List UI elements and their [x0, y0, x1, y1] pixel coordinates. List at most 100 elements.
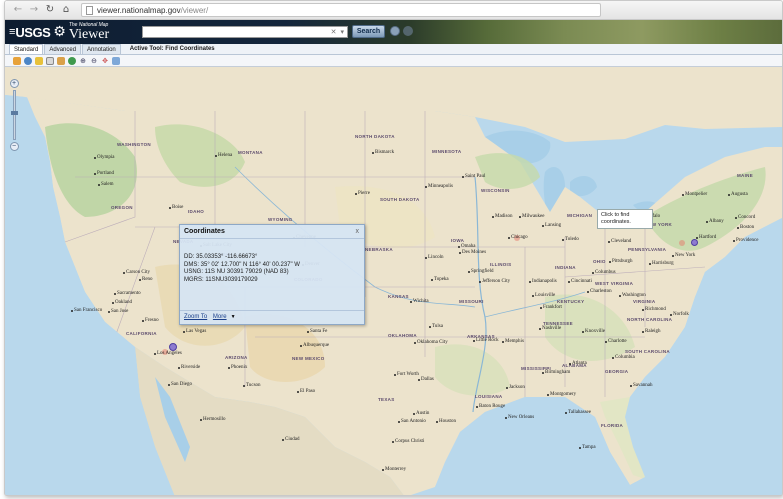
logo-text: USGS: [15, 24, 51, 40]
state-label: LOUISIANA: [475, 394, 503, 399]
state-label: PENNSYLVANIA: [628, 247, 667, 252]
state-label: NEW MEXICO: [292, 356, 325, 361]
address-bar[interactable]: viewer.nationalmap.gov/viewer/: [81, 3, 601, 17]
state-label: WISCONSIN: [481, 188, 510, 193]
city-label: Boston: [736, 225, 755, 230]
url-path: /viewer/: [180, 5, 209, 15]
app-title: Viewer: [68, 26, 110, 42]
city-label: Las Vegas: [182, 329, 207, 334]
national-map-gear-icon: ⚙: [53, 24, 66, 40]
state-label: MINNESOTA: [432, 149, 462, 154]
city-label: San Francisco: [70, 308, 103, 313]
usng-coordinates: USNG: 11S NU 30391 79029 (NAD 83): [184, 269, 289, 276]
city-label: Monterrey: [381, 467, 407, 472]
city-label: Birmingham: [541, 370, 571, 375]
city-label: Portland: [94, 171, 114, 176]
pan-icon[interactable]: ✥: [101, 57, 109, 65]
state-label: ILLINOIS: [490, 262, 512, 267]
search-clear-icon[interactable]: ✕: [331, 28, 337, 36]
city-label: Albany: [706, 219, 724, 224]
print-icon[interactable]: [46, 56, 54, 65]
back-icon[interactable]: ←: [13, 5, 23, 15]
close-icon[interactable]: x: [356, 225, 360, 239]
city-label: Milwaukee: [519, 214, 545, 219]
zoom-slider-thumb[interactable]: [10, 111, 18, 115]
city-label: Carson City: [122, 270, 151, 275]
city-label: Concord: [734, 215, 756, 220]
city-label: Dallas: [418, 377, 434, 382]
home-icon[interactable]: [13, 56, 21, 65]
zoom-to-link[interactable]: Zoom To: [184, 314, 207, 320]
search-dropdown-icon[interactable]: ▾: [340, 28, 344, 36]
city-label: Salem: [98, 182, 114, 187]
browser-toolbar: ← → ↻ ⌂ viewer.nationalmap.gov/viewer/: [5, 1, 782, 20]
bookmark-icon[interactable]: [57, 56, 65, 65]
state-label: KANSAS: [388, 294, 409, 299]
more-link[interactable]: More: [213, 314, 227, 320]
settings-icon[interactable]: [403, 26, 413, 36]
forward-icon[interactable]: →: [29, 5, 39, 15]
tab-bar: Standard Advanced Annotation Active Tool…: [5, 44, 782, 55]
state-label: NORTH DAKOTA: [355, 134, 395, 139]
location-marker[interactable]: [169, 343, 177, 351]
city-label: Montpelier: [681, 192, 708, 197]
tab-annotation[interactable]: Annotation: [82, 44, 121, 54]
tab-advanced[interactable]: Advanced: [44, 44, 82, 54]
usgs-logo[interactable]: ≡ USGS ⚙ The National Map Viewer: [9, 22, 110, 42]
state-label: NEBRASKA: [365, 247, 393, 252]
zoom-out-button[interactable]: −: [9, 142, 19, 151]
zoom-out-icon[interactable]: ⊖: [90, 57, 98, 65]
browser-window: ← → ↻ ⌂ viewer.nationalmap.gov/viewer/ ≡…: [4, 0, 783, 496]
chevron-down-icon[interactable]: ▼: [231, 314, 236, 320]
zoom-in-button[interactable]: +: [9, 79, 19, 88]
city-label: Augusta: [728, 192, 748, 197]
state-label: GEORGIA: [605, 369, 629, 374]
city-label: Phoenix: [227, 365, 248, 370]
map-view[interactable]: WASHINGTON MONTANA NORTH DAKOTA MINNESOT…: [5, 67, 782, 495]
city-label: Springfield: [468, 269, 494, 274]
zoom-slider[interactable]: [10, 90, 18, 140]
world-icon[interactable]: [68, 56, 76, 65]
help-icon[interactable]: [390, 26, 400, 36]
tab-standard[interactable]: Standard: [9, 44, 44, 54]
city-label: Little Rock: [473, 338, 499, 343]
city-label: Reno: [139, 277, 153, 282]
location-marker[interactable]: [691, 239, 698, 246]
city-label: Toledo: [562, 237, 579, 242]
state-label: OREGON: [111, 205, 133, 210]
city-label: Columbus: [592, 270, 616, 275]
city-label: Tallahassee: [565, 410, 591, 415]
city-label: Tucson: [243, 383, 261, 388]
coordinates-popup: Coordinates x DD: 35.03353° -116.66673° …: [179, 224, 365, 325]
state-label: NORTH CAROLINA: [627, 317, 673, 322]
city-label: Pierre: [355, 191, 370, 196]
city-label: Louisville: [531, 293, 556, 298]
city-label: Tampa: [579, 445, 596, 450]
city-label: Albuquerque: [299, 343, 330, 348]
city-label: Omaha: [457, 244, 476, 249]
search-input[interactable]: ✕ ▾: [142, 26, 348, 38]
city-label: Richmond: [642, 307, 666, 312]
state-label: IDAHO: [188, 209, 204, 214]
state-label: ARIZONA: [225, 355, 248, 360]
state-label: FLORIDA: [601, 423, 624, 428]
city-label: Minneapolis: [425, 184, 453, 189]
city-label: Des Moines: [458, 250, 487, 255]
city-label: Memphis: [502, 339, 524, 344]
state-label: IOWA: [451, 238, 465, 243]
city-label: Montgomery: [546, 392, 577, 397]
city-label: Jefferson City: [478, 279, 511, 284]
city-label: Jackson: [506, 385, 525, 390]
globe-icon[interactable]: [24, 56, 32, 65]
home-icon[interactable]: ⌂: [61, 5, 71, 15]
city-label: San Diego: [168, 382, 192, 387]
state-label: INDIANA: [555, 265, 576, 270]
reload-icon[interactable]: ↻: [45, 5, 55, 15]
search-button[interactable]: Search: [352, 25, 385, 38]
city-label: Corpus Christi: [391, 439, 425, 444]
state-label: OKLAHOMA: [388, 333, 417, 338]
layers-icon[interactable]: [35, 56, 43, 65]
state-label: MAINE: [737, 173, 753, 178]
zoom-in-icon[interactable]: ⊕: [79, 57, 87, 65]
identify-icon[interactable]: [112, 56, 120, 65]
